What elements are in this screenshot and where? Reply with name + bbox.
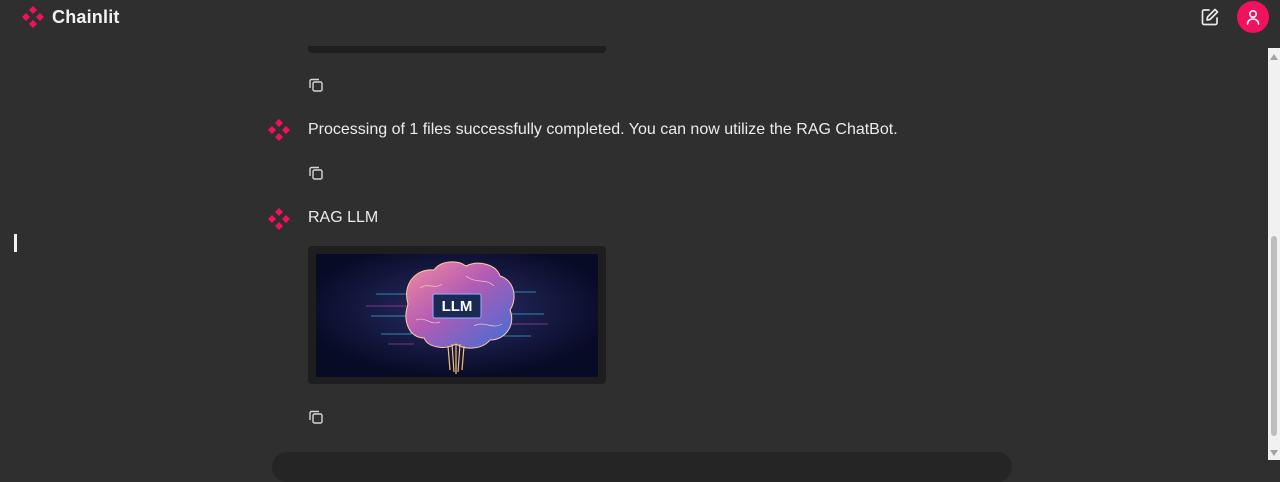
scroll-up-arrow-icon[interactable] <box>1270 54 1278 60</box>
previous-image <box>308 46 606 53</box>
chainlit-logo-icon <box>268 119 290 141</box>
copy-icon <box>309 166 323 180</box>
copy-icon <box>309 410 323 424</box>
chainlit-logo-icon <box>268 208 290 230</box>
chainlit-logo-icon <box>22 6 44 28</box>
copy-button[interactable] <box>307 76 325 94</box>
scroll-down-arrow-icon[interactable] <box>1270 450 1278 456</box>
brain-illustration: LLM <box>316 254 598 377</box>
app-name: Chainlit <box>52 6 120 27</box>
message-composer[interactable] <box>272 452 1012 482</box>
user-menu-button[interactable] <box>1237 1 1269 33</box>
scrollbar[interactable] <box>1268 48 1280 460</box>
user-icon <box>1246 9 1260 25</box>
image-label: LLM <box>442 298 473 315</box>
text-caret <box>14 234 17 252</box>
edit-icon <box>1201 8 1219 26</box>
header: Chainlit <box>0 0 1280 36</box>
copy-button[interactable] <box>307 408 325 426</box>
new-chat-button[interactable] <box>1200 7 1220 27</box>
app-logo: Chainlit <box>20 4 120 30</box>
message-text: Processing of 1 files successfully compl… <box>308 121 898 138</box>
message-text: RAG LLM <box>308 209 379 226</box>
copy-icon <box>309 78 323 92</box>
message-image[interactable]: LLM <box>308 246 606 384</box>
scrollbar-thumb[interactable] <box>1271 236 1277 436</box>
copy-button[interactable] <box>307 164 325 182</box>
